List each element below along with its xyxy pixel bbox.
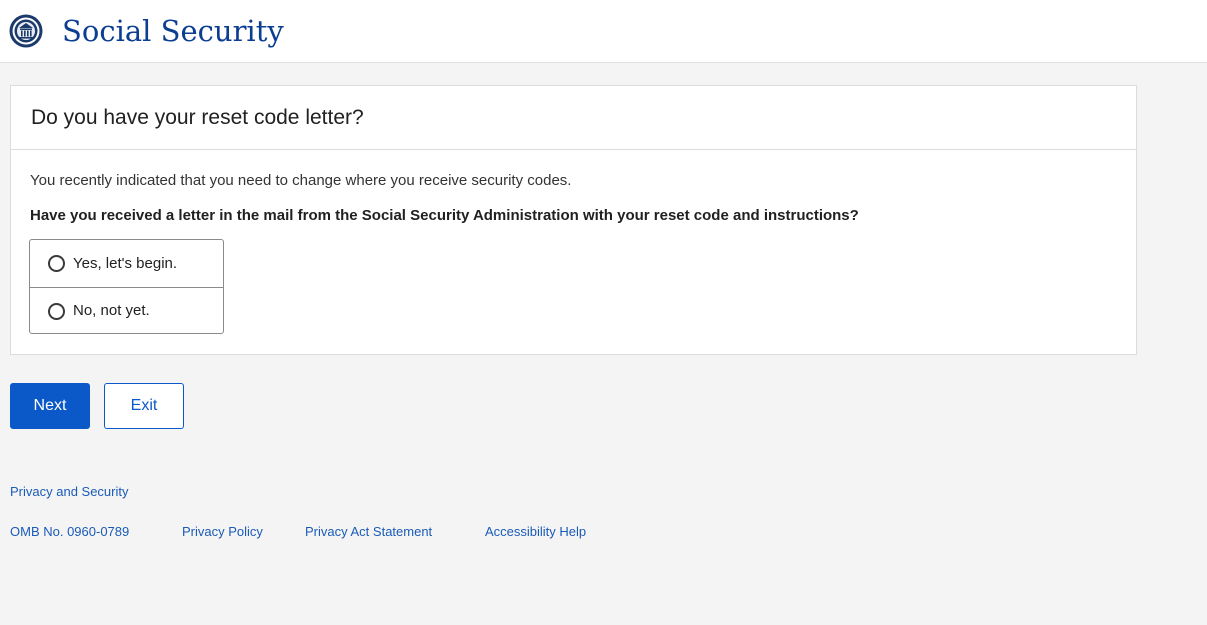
privacy-and-security-link[interactable]: Privacy and Security	[10, 484, 129, 500]
privacy-act-statement-link[interactable]: Privacy Act Statement	[305, 524, 432, 540]
intro-text: You recently indicated that you need to …	[30, 172, 572, 189]
radio-label-no[interactable]: No, not yet.	[73, 302, 150, 320]
site-header: Social Security	[0, 0, 1207, 63]
radio-button-icon[interactable]	[48, 255, 65, 272]
accessibility-help-link[interactable]: Accessibility Help	[485, 524, 586, 540]
omb-number: OMB No. 0960-0789	[10, 524, 130, 539]
reset-code-card: Do you have your reset code letter? You …	[10, 85, 1137, 355]
radio-option-no[interactable]: No, not yet.	[30, 287, 223, 334]
radio-button-icon[interactable]	[48, 302, 65, 320]
page-title: Do you have your reset code letter?	[31, 106, 364, 129]
reset-letter-radio-group: Yes, let's begin. No, not yet.	[29, 239, 224, 334]
exit-button[interactable]: Exit	[104, 383, 184, 429]
privacy-policy-link[interactable]: Privacy Policy	[182, 524, 263, 540]
card-body: You recently indicated that you need to …	[11, 150, 1136, 225]
site-brand[interactable]: Social Security	[62, 13, 284, 49]
card-header: Do you have your reset code letter?	[11, 86, 1136, 150]
question-text: Have you received a letter in the mail f…	[30, 207, 859, 224]
next-button[interactable]: Next	[10, 383, 90, 429]
radio-label-yes[interactable]: Yes, let's begin.	[73, 255, 177, 273]
radio-option-yes[interactable]: Yes, let's begin.	[30, 240, 223, 287]
ssa-seal-icon[interactable]	[9, 14, 43, 48]
